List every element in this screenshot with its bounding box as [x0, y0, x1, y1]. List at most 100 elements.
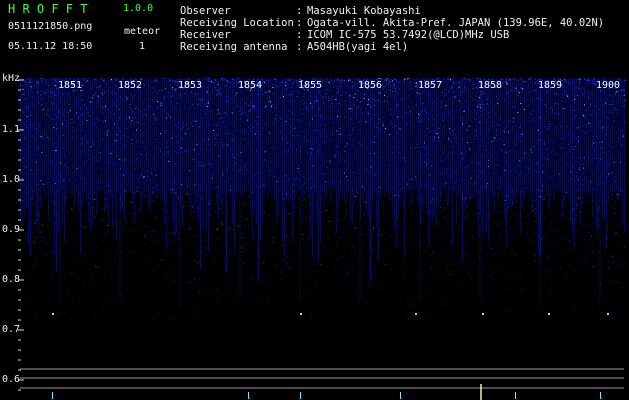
noise-speck: [602, 182, 604, 184]
noise-speck: [166, 146, 168, 148]
noise-speck: [93, 277, 95, 279]
noise-speck: [282, 161, 284, 163]
noise-speck: [510, 289, 512, 291]
noise-speck: [606, 167, 608, 169]
noise-speck: [327, 237, 329, 239]
noise-speck: [261, 172, 263, 174]
noise-speck: [555, 102, 557, 104]
noise-speck: [164, 286, 166, 288]
noise-speck: [508, 190, 510, 192]
noise-speck: [424, 295, 426, 297]
noise-speck: [29, 115, 31, 116]
noise-speck: [268, 91, 270, 93]
noise-speck: [142, 102, 143, 104]
noise-speck: [293, 286, 295, 288]
noise-speck: [390, 148, 392, 150]
noise-streak: [236, 78, 237, 202]
noise-speck: [559, 137, 561, 139]
noise-speck: [219, 200, 221, 202]
noise-speck: [84, 149, 86, 151]
noise-speck: [101, 120, 103, 122]
noise-streak: [436, 78, 437, 226]
noise-speck: [447, 254, 449, 256]
noise-speck: [377, 122, 378, 124]
noise-speck: [315, 115, 317, 117]
noise-speck: [496, 316, 498, 318]
noise-speck: [33, 190, 35, 192]
noise-speck: [495, 137, 497, 139]
noise-speck: [106, 134, 108, 136]
noise-speck: [329, 160, 331, 162]
noise-speck: [601, 148, 602, 150]
noise-speck: [255, 117, 257, 118]
noise-speck: [318, 216, 320, 218]
noise-speck: [357, 193, 359, 195]
noise-speck: [150, 286, 152, 288]
noise-speck: [286, 127, 288, 129]
noise-streak: [38, 78, 39, 231]
noise-speck: [354, 83, 355, 84]
noise-speck: [396, 105, 398, 107]
noise-streak: [496, 78, 497, 190]
noise-speck: [435, 278, 437, 280]
noise-speck: [309, 155, 311, 157]
noise-speck: [438, 127, 440, 129]
noise-speck: [37, 95, 39, 97]
noise-speck: [353, 85, 355, 87]
noise-speck: [398, 142, 400, 144]
noise-speck: [286, 193, 288, 195]
noise-speck: [21, 264, 23, 266]
noise-speck: [413, 236, 415, 238]
noise-speck: [191, 123, 193, 124]
noise-speck: [184, 92, 186, 94]
noise-speck: [93, 207, 95, 208]
noise-speck: [561, 213, 563, 215]
noise-speck: [91, 178, 93, 180]
noise-speck: [576, 138, 578, 140]
noise-speck: [185, 312, 187, 314]
noise-speck: [432, 252, 434, 253]
noise-speck: [601, 200, 603, 201]
noise-speck: [435, 132, 437, 134]
noise-speck: [326, 160, 328, 162]
noise-speck: [576, 219, 578, 221]
noise-speck: [139, 299, 141, 301]
noise-speck: [197, 295, 199, 297]
noise-speck: [580, 112, 582, 114]
noise-streak: [264, 78, 265, 196]
noise-speck: [192, 234, 194, 236]
noise-speck: [286, 143, 288, 145]
noise-speck: [532, 209, 534, 211]
noise-speck: [22, 161, 24, 163]
noise-speck: [598, 178, 600, 180]
noise-speck: [117, 312, 119, 314]
noise-speck: [46, 92, 48, 94]
noise-speck: [336, 306, 338, 308]
noise-speck: [257, 185, 259, 187]
noise-speck: [280, 279, 281, 281]
noise-speck: [156, 106, 158, 108]
noise-speck: [458, 178, 460, 180]
noise-speck: [482, 149, 484, 150]
noise-speck: [225, 84, 227, 86]
noise-speck: [442, 136, 444, 138]
noise-speck: [183, 219, 185, 221]
noise-speck: [190, 106, 192, 108]
noise-streak: [366, 78, 367, 214]
noise-speck: [519, 127, 521, 129]
noise-speck: [337, 194, 339, 196]
noise-speck: [168, 140, 170, 142]
noise-speck: [219, 245, 221, 247]
noise-speck: [264, 211, 266, 213]
noise-speck: [210, 293, 212, 295]
noise-speck: [256, 274, 257, 276]
noise-speck: [537, 309, 539, 311]
noise-speck: [101, 241, 103, 243]
noise-speck: [135, 229, 137, 231]
noise-speck: [410, 147, 412, 149]
noise-speck: [568, 264, 570, 265]
noise-speck: [133, 122, 135, 124]
noise-speck: [344, 172, 345, 174]
noise-speck: [272, 104, 274, 106]
noise-speck: [227, 259, 229, 261]
